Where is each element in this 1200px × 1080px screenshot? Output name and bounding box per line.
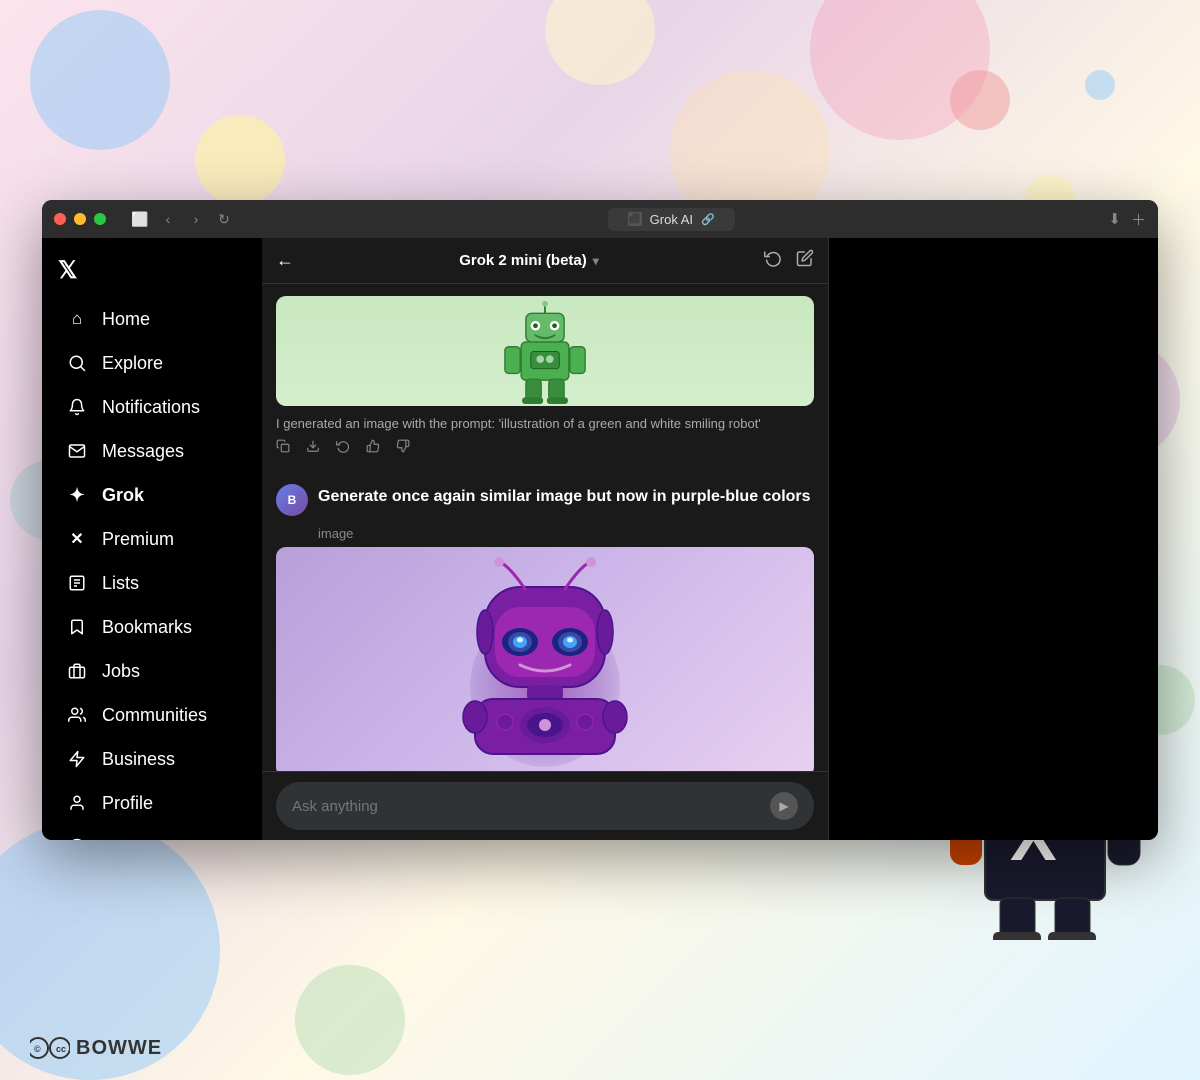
sidebar-item-explore[interactable]: Explore [50,342,254,384]
profile-icon [66,792,88,814]
browser-titlebar: ⬜ ‹ › ↻ ⬛ Grok AI 🔗 ⬇ ＋ [42,200,1158,238]
green-robot-svg [495,299,595,404]
grok-send-button[interactable]: ▶ [770,792,798,820]
home-icon: ⌂ [66,308,88,330]
sidebar-item-business[interactable]: Business [50,738,254,780]
sidebar-nav: ⌂ Home Explore Notifications [42,293,262,840]
lists-icon [66,572,88,594]
sidebar: 𝕏 ⌂ Home Explore Notificat [42,238,262,840]
grok-input[interactable] [292,798,760,815]
sidebar-item-communities[interactable]: Communities [50,694,254,736]
bowwe-watermark: © cc BOWWE [30,1036,162,1060]
dislike-icon[interactable] [396,439,410,456]
history-icon[interactable] [764,249,782,272]
purple-robot-svg [455,557,635,767]
browser-tab-area: ⬛ Grok AI 🔗 [242,208,1100,231]
tab-title: Grok AI [650,212,693,227]
grok-icon: ✦ [66,484,88,506]
sidebar-toggle-icon[interactable]: ⬜ [130,209,150,229]
refresh-icon[interactable]: ↻ [214,209,234,229]
grok-panel: ← Grok 2 mini (beta) ▾ [262,238,828,840]
image-label: image [318,526,814,541]
chevron-down-icon: ▾ [593,254,599,268]
communities-icon [66,704,88,726]
browser-right-icons: ⬇ ＋ [1108,209,1146,230]
ai-message-2: I generated an image with the prompt: 'i… [276,547,814,771]
grok-input-wrap: ▶ [276,782,814,830]
ai-caption-1: I generated an image with the prompt: 'i… [276,412,814,435]
jobs-icon [66,660,88,682]
green-robot-image [276,296,814,406]
sidebar-item-grok[interactable]: ✦ Grok [50,474,254,516]
sidebar-item-profile[interactable]: Profile [50,782,254,824]
close-button[interactable] [54,213,66,225]
grok-header-actions [764,249,814,272]
like-icon[interactable] [366,439,380,456]
browser-nav: ⬜ ‹ › ↻ [130,209,234,229]
browser-window: ⬜ ‹ › ↻ ⬛ Grok AI 🔗 ⬇ ＋ 𝕏 ⌂ [42,200,1158,840]
tab-favicon: ⬛ [628,212,642,226]
grok-title: Grok 2 mini (beta) ▾ [459,252,599,269]
forward-icon[interactable]: › [186,209,206,229]
business-icon [66,748,88,770]
premium-icon: ✕ [66,528,88,550]
back-icon[interactable]: ‹ [158,209,178,229]
refresh-action-icon[interactable] [336,439,350,456]
grok-messages: I generated an image with the prompt: 'i… [262,284,828,771]
user-avatar-small: B [276,484,308,516]
bowwe-logo-icon: © cc [30,1036,70,1060]
copy-icon[interactable] [276,439,290,456]
app-container: 𝕏 ⌂ Home Explore Notificat [42,238,1158,840]
svg-text:cc: cc [56,1044,66,1054]
ai-actions-1 [276,435,814,460]
explore-icon [66,352,88,374]
tab-link-icon: 🔗 [701,213,715,226]
sidebar-item-jobs[interactable]: Jobs [50,650,254,692]
grok-header: ← Grok 2 mini (beta) ▾ [262,238,828,284]
maximize-button[interactable] [94,213,106,225]
sidebar-item-home[interactable]: ⌂ Home [50,298,254,340]
sidebar-item-messages[interactable]: Messages [50,430,254,472]
ai-message-1: I generated an image with the prompt: 'i… [276,296,814,460]
notifications-icon [66,396,88,418]
bookmarks-icon [66,616,88,638]
user-message-1: B Generate once again similar image but … [276,484,814,516]
purple-robot-image [276,547,814,771]
grok-input-area: ▶ [262,771,828,840]
sidebar-item-premium[interactable]: ✕ Premium [50,518,254,560]
sidebar-item-more[interactable]: More [50,826,254,840]
active-tab[interactable]: ⬛ Grok AI 🔗 [608,208,735,231]
messages-icon [66,440,88,462]
grok-back-button[interactable]: ← [276,250,294,271]
compose-icon[interactable] [796,249,814,272]
more-icon [66,836,88,840]
download-action-icon[interactable] [306,439,320,456]
sidebar-item-notifications[interactable]: Notifications [50,386,254,428]
x-logo[interactable]: 𝕏 [42,246,262,293]
user-msg-text: Generate once again similar image but no… [318,484,811,506]
sidebar-item-lists[interactable]: Lists [50,562,254,604]
right-panel [828,238,1158,840]
minimize-button[interactable] [74,213,86,225]
sidebar-item-bookmarks[interactable]: Bookmarks [50,606,254,648]
download-icon[interactable]: ⬇ [1108,210,1121,228]
new-tab-icon[interactable]: ＋ [1131,209,1146,230]
svg-text:©: © [34,1044,41,1054]
